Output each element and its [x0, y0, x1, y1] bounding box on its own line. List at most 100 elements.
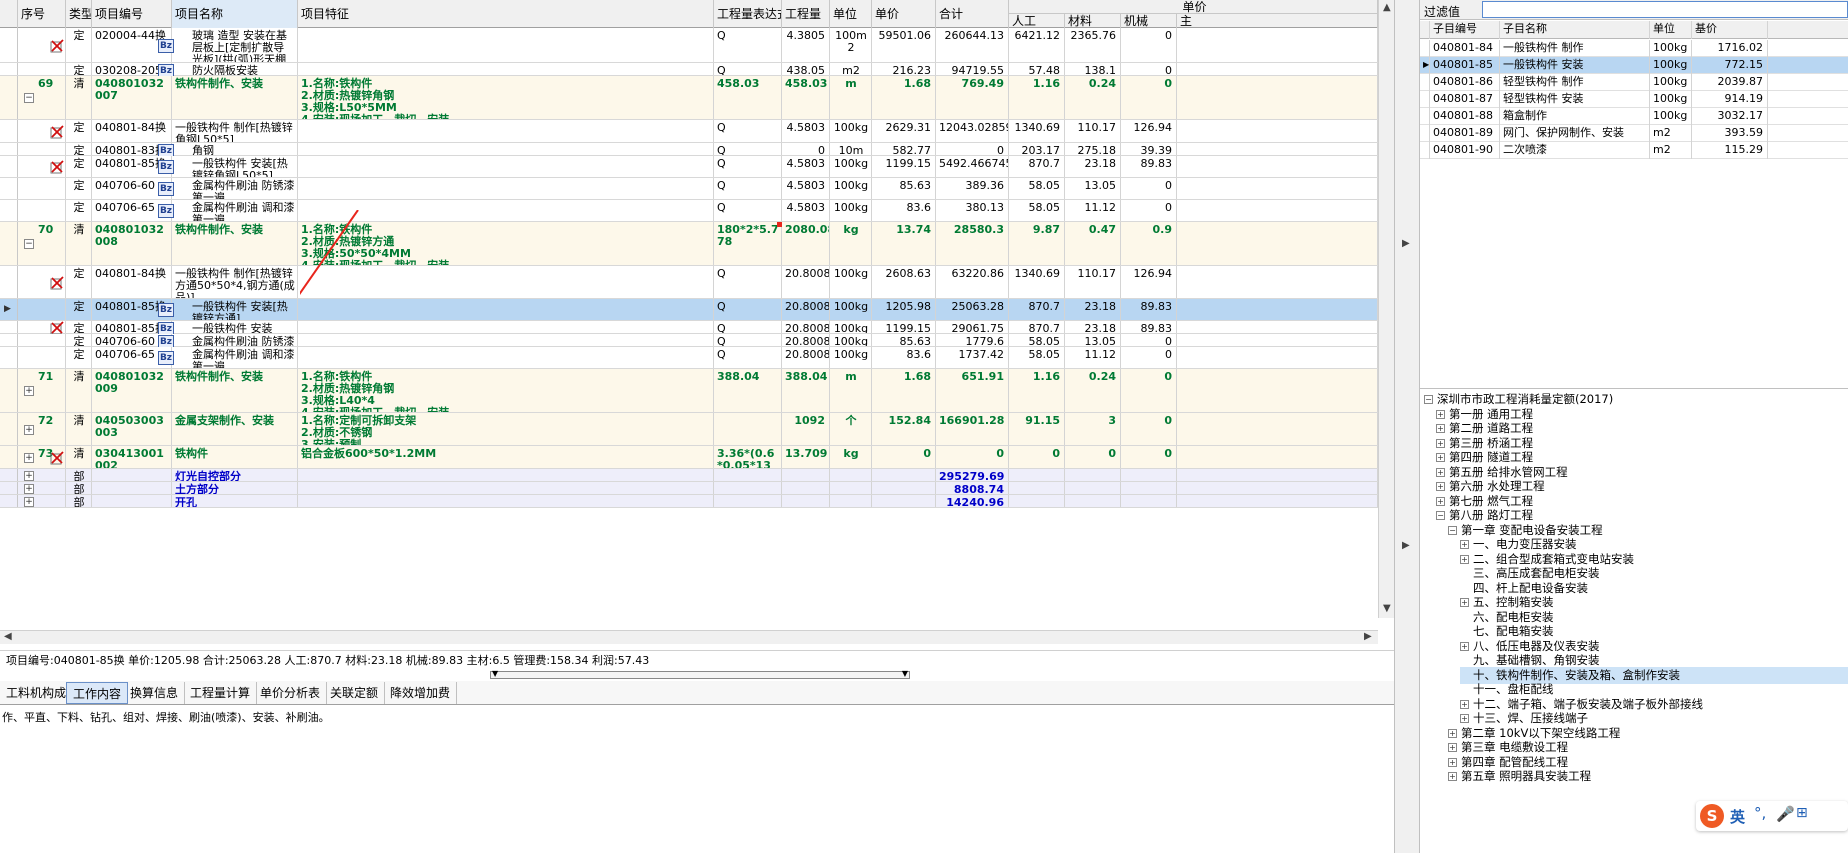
- cell-seq[interactable]: [18, 347, 66, 368]
- sub-table-row[interactable]: 040801-89 网门、保护网制作、安装 m2 393.59: [1420, 125, 1848, 142]
- tab-4[interactable]: 单价分析表: [254, 682, 328, 704]
- cell-material[interactable]: 2365.76: [1065, 28, 1121, 62]
- delete-mark-icon[interactable]: [50, 38, 64, 53]
- cell-name[interactable]: 铁构件制作、安装: [172, 369, 298, 412]
- cell-price[interactable]: 13.74: [872, 222, 936, 265]
- cell-unit[interactable]: 100kg: [830, 156, 872, 177]
- cell-material[interactable]: 23.18: [1065, 299, 1121, 320]
- cell-name[interactable]: 金属构件刷油 防锈漆 第一遍: [172, 334, 298, 346]
- cell-qty[interactable]: 4.5803: [782, 178, 830, 199]
- cell-qty[interactable]: 20.8008: [782, 299, 830, 320]
- cell-labor[interactable]: 1340.69: [1009, 120, 1065, 142]
- header-total[interactable]: 合计: [936, 0, 1009, 28]
- sub-cell-price[interactable]: 115.29: [1692, 142, 1768, 159]
- cell-code[interactable]: [92, 495, 172, 507]
- cell-expr[interactable]: Q: [714, 266, 782, 298]
- cell-feature[interactable]: 铝合金板600*50*1.2MM: [298, 446, 714, 468]
- supplement-badge-icon[interactable]: Bz: [158, 182, 174, 196]
- cell-type[interactable]: 部: [66, 482, 92, 494]
- row-gutter[interactable]: [0, 200, 18, 221]
- cell-type[interactable]: 定: [66, 28, 92, 62]
- cell-qty[interactable]: 20.8008: [782, 266, 830, 298]
- cell-price[interactable]: 216.23: [872, 63, 936, 75]
- tab-0[interactable]: 工料机构成: [0, 682, 74, 704]
- expand-icon[interactable]: +: [24, 452, 34, 463]
- cell-total[interactable]: 389.36: [936, 178, 1009, 199]
- header-qty-expr[interactable]: 工程量表达式: [714, 0, 782, 28]
- sub-cell-name[interactable]: 轻型铁构件 安装: [1500, 91, 1650, 108]
- cell-total[interactable]: 166901.28: [936, 413, 1009, 445]
- row-gutter[interactable]: [0, 222, 18, 265]
- sub-cell-unit[interactable]: 100kg: [1650, 57, 1692, 74]
- cell-qty[interactable]: [782, 495, 830, 507]
- cell-labor[interactable]: 1.16: [1009, 369, 1065, 412]
- delete-mark-icon[interactable]: [50, 275, 64, 290]
- delete-mark-icon[interactable]: [50, 450, 64, 465]
- cell-material[interactable]: [1065, 469, 1121, 481]
- cell-type[interactable]: 定: [66, 347, 92, 368]
- cell-machine[interactable]: 0: [1121, 334, 1177, 346]
- cell-extra[interactable]: [1177, 178, 1378, 199]
- cell-feature[interactable]: [298, 321, 714, 333]
- expand-icon[interactable]: +: [24, 424, 34, 435]
- cell-expr[interactable]: Q: [714, 156, 782, 177]
- cell-total[interactable]: 94719.55: [936, 63, 1009, 75]
- cell-labor[interactable]: [1009, 469, 1065, 481]
- cell-labor[interactable]: 870.7: [1009, 156, 1065, 177]
- table-row[interactable]: 定030208-205换防火隔板安装Q438.05m2216.2394719.5…: [0, 63, 1394, 78]
- sub-table-row[interactable]: 040801-87 轻型铁构件 安装 100kg 914.19: [1420, 91, 1848, 108]
- cell-type[interactable]: 部: [66, 495, 92, 507]
- sub-header-code[interactable]: 子目编号: [1430, 21, 1500, 39]
- cell-machine[interactable]: 0: [1121, 369, 1177, 412]
- sub-cell-unit[interactable]: 100kg: [1650, 108, 1692, 125]
- cell-labor[interactable]: [1009, 495, 1065, 507]
- expand-icon[interactable]: +: [1460, 641, 1469, 651]
- header-seq[interactable]: 序号: [18, 0, 66, 28]
- table-row[interactable]: 72 清 040503003003 金属支架制作、安装 1.名称:定制可拆卸支架 2.材…: [0, 413, 1394, 446]
- tab-2[interactable]: 换算信息: [124, 682, 186, 704]
- cell-type[interactable]: 清: [66, 222, 92, 265]
- cell-price[interactable]: 83.6: [872, 347, 936, 368]
- cell-name[interactable]: 一般铁构件 制作[热镀锌角钢L50*5]: [172, 120, 298, 142]
- sub-cell-price[interactable]: 772.15: [1692, 57, 1768, 74]
- expand-icon[interactable]: +: [1448, 757, 1457, 767]
- scroll-down-icon[interactable]: ▼: [1383, 603, 1391, 614]
- cell-total[interactable]: 25063.28: [936, 299, 1009, 320]
- table-row[interactable]: 69 清 040801032007 铁构件制作、安装 1.名称:铁构件 2.材质:热镀锌…: [0, 76, 1394, 120]
- cell-machine[interactable]: [1121, 495, 1177, 507]
- sub-cell-name[interactable]: 一般铁构件 安装: [1500, 57, 1650, 74]
- panel-splitter[interactable]: ▼ ▼: [490, 670, 910, 679]
- cell-qty[interactable]: 20.8008: [782, 321, 830, 333]
- cell-extra[interactable]: [1177, 299, 1378, 320]
- cell-code[interactable]: 030413001002: [92, 446, 172, 468]
- cell-total[interactable]: 29061.75: [936, 321, 1009, 333]
- table-row[interactable]: 部 灯光自控部分 295279.69 +: [0, 469, 1394, 482]
- expand-icon[interactable]: +: [1448, 772, 1457, 781]
- sub-header-unit[interactable]: 单位: [1650, 21, 1692, 39]
- cell-total[interactable]: 1779.6: [936, 334, 1009, 346]
- sub-table-row[interactable]: 040801-86 轻型铁构件 制作 100kg 2039.87: [1420, 74, 1848, 91]
- cell-unit[interactable]: 100kg: [830, 178, 872, 199]
- cell-type[interactable]: 定: [66, 178, 92, 199]
- cell-machine[interactable]: 89.83: [1121, 321, 1177, 333]
- cell-labor[interactable]: 1340.69: [1009, 266, 1065, 298]
- cell-machine[interactable]: 0: [1121, 413, 1177, 445]
- expand-icon[interactable]: +: [1436, 424, 1445, 433]
- cell-name[interactable]: 玻璃 造型 安装在基层板上[定制扩散导光板](拱(弧)形天棚的基层或面层): [172, 28, 298, 62]
- cell-material[interactable]: [1065, 482, 1121, 494]
- cell-seq[interactable]: [18, 63, 66, 75]
- table-row[interactable]: 73 清 030413001002 铁构件 铝合金板600*50*1.2MM 3.36*(…: [0, 446, 1394, 469]
- sub-cell-code[interactable]: 040801-85: [1430, 57, 1500, 74]
- sub-cell-code[interactable]: 040801-89: [1430, 125, 1500, 142]
- tree-node[interactable]: + 第五章 照明器具安装工程: [1448, 768, 1591, 785]
- cell-price[interactable]: 85.63: [872, 334, 936, 346]
- expand-icon[interactable]: +: [1436, 409, 1445, 419]
- sub-cell-price[interactable]: 914.19: [1692, 91, 1768, 108]
- cell-name[interactable]: 铁构件制作、安装: [172, 76, 298, 119]
- cell-name[interactable]: 金属支架制作、安装: [172, 413, 298, 445]
- cell-machine[interactable]: [1121, 469, 1177, 481]
- cell-name[interactable]: 一般铁构件 安装[热镀锌方通]: [172, 299, 298, 320]
- cell-material[interactable]: 0.24: [1065, 369, 1121, 412]
- cell-qty[interactable]: 4.5803: [782, 156, 830, 177]
- cell-feature[interactable]: [298, 347, 714, 368]
